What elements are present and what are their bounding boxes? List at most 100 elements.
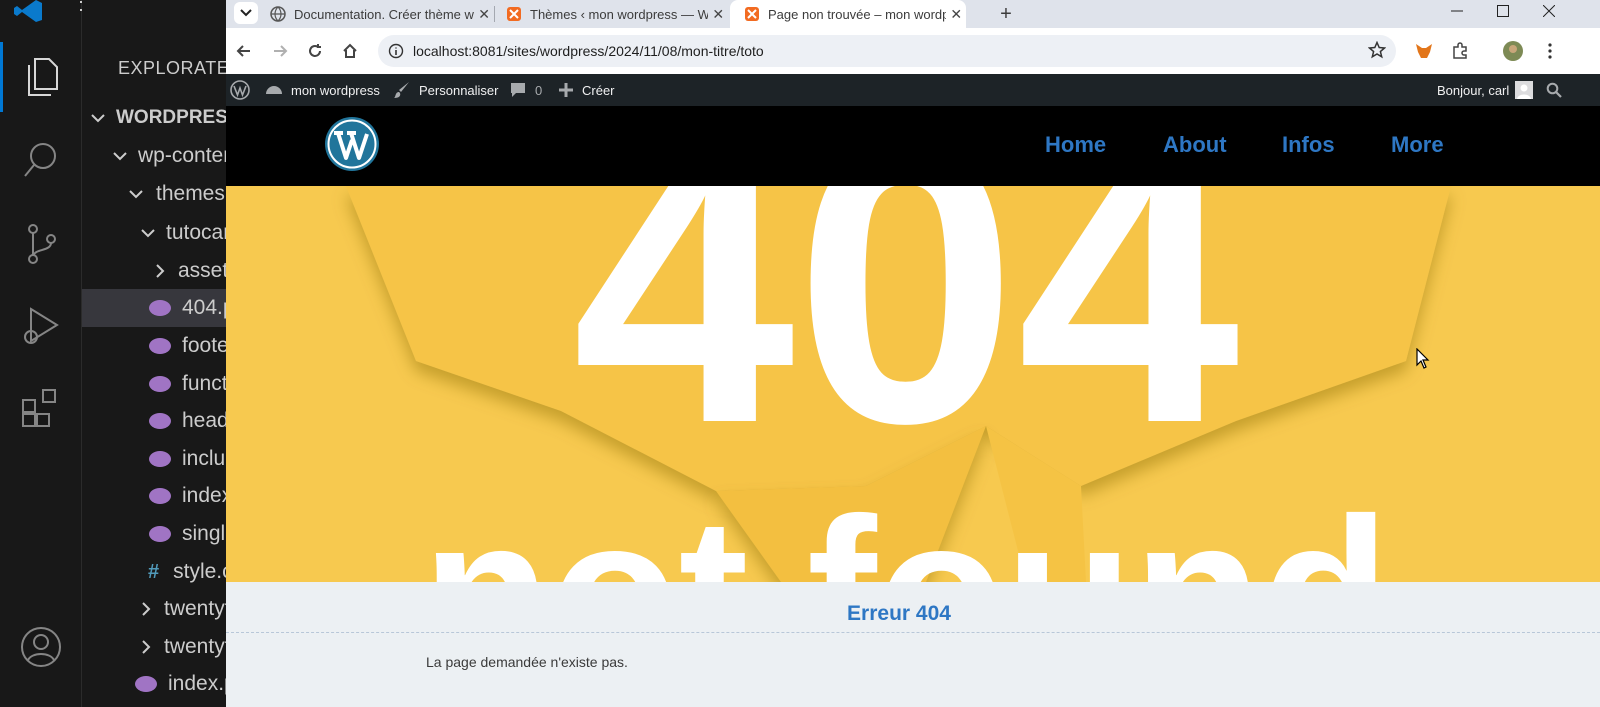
site-name-link[interactable]: mon wordpress	[265, 74, 380, 106]
customize-link[interactable]: Personnaliser	[393, 74, 499, 106]
tree-item-label: tutocarl	[166, 221, 228, 244]
close-window-button[interactable]	[1526, 0, 1572, 22]
bookmark-star-icon[interactable]	[1368, 41, 1386, 59]
admin-search-button[interactable]	[1546, 74, 1570, 106]
comments-link[interactable]: 0	[509, 74, 542, 106]
php-file-icon	[148, 412, 172, 430]
site-info-icon[interactable]	[388, 43, 404, 59]
tab-themes[interactable]: Thèmes ‹ mon wordpress — Wo ✕	[492, 0, 728, 28]
close-icon[interactable]: ✕	[708, 6, 728, 23]
extensions-button[interactable]	[1448, 39, 1472, 63]
tree-item-footer-php[interactable]: footer.php	[82, 327, 228, 365]
error-title: Erreur 404	[847, 602, 951, 625]
tree-item-label: WORDPRESS	[116, 107, 228, 128]
globe-icon	[270, 6, 286, 22]
php-file-icon	[148, 375, 172, 393]
metamask-extension-button[interactable]	[1412, 39, 1436, 63]
php-file-icon	[148, 299, 172, 317]
tab-strip: Documentation. Créer thème w ✕ Thèmes ‹ …	[226, 0, 1600, 28]
source-control-icon[interactable]	[0, 208, 82, 278]
tree-item-label: index.php	[168, 672, 228, 695]
tree-item-tutocarl[interactable]: tutocarl	[82, 214, 228, 252]
explorer-icon[interactable]	[0, 42, 82, 112]
browser-menu-button[interactable]	[1538, 39, 1562, 63]
close-icon	[1543, 5, 1555, 17]
tree-item-label: index.php	[182, 484, 228, 507]
site-logo-wordpress-icon[interactable]	[324, 116, 380, 172]
url-text[interactable]: localhost:8081/sites/wordpress/2024/11/0…	[413, 43, 764, 59]
tab-documentation[interactable]: Documentation. Créer thème w ✕	[256, 0, 494, 28]
run-debug-icon[interactable]	[0, 290, 82, 360]
wp-menu-button[interactable]	[230, 74, 258, 106]
more-vert-icon	[1548, 43, 1552, 59]
new-content-link[interactable]: Créer	[558, 74, 615, 106]
chevron-down-icon	[140, 223, 156, 243]
hero-not-found-text: not found	[422, 474, 1390, 582]
vscode-logo-icon	[14, 0, 44, 22]
close-icon[interactable]: ✕	[946, 6, 966, 23]
comment-icon	[511, 83, 525, 97]
extensions-icon[interactable]	[0, 373, 82, 443]
activity-bar	[0, 0, 108, 707]
css-file-icon: #	[148, 560, 160, 583]
tree-item-404-php[interactable]: 404.php	[82, 289, 228, 327]
home-button[interactable]	[338, 39, 362, 63]
account-icon[interactable]	[0, 612, 82, 682]
divider	[226, 632, 1600, 633]
tree-item-twentytwentythree[interactable]: twentytwentythree	[82, 590, 228, 628]
greeting-label: Bonjour, carl	[1437, 82, 1510, 98]
tree-item-header-php[interactable]: header.php	[82, 402, 228, 440]
comments-count: 0	[535, 82, 543, 98]
tree-item-label: includes	[182, 447, 228, 470]
tree-item-twentytwentyfour[interactable]: twentytwentyfour	[82, 628, 228, 666]
address-bar[interactable]: localhost:8081/sites/wordpress/2024/11/0…	[378, 35, 1396, 67]
forward-button[interactable]	[268, 39, 292, 63]
puzzle-icon	[1453, 42, 1467, 59]
tab-page-not-found[interactable]: Page non trouvée – mon wordp ✕	[730, 0, 966, 28]
php-file-icon	[148, 525, 172, 543]
php-file-icon	[148, 450, 172, 468]
error-message: La page demandée n'existe pas.	[426, 654, 628, 670]
maximize-button[interactable]	[1480, 0, 1526, 22]
tree-item-index-php-root[interactable]: index.php	[82, 665, 228, 703]
new-tab-button[interactable]: +	[992, 0, 1020, 28]
tree-item-functions-php[interactable]: functions.php	[82, 365, 228, 403]
tree-item-includes[interactable]: includes	[82, 440, 228, 478]
php-file-icon	[148, 337, 172, 355]
tree-item-wp-content[interactable]: wp-content	[82, 137, 228, 175]
wp-admin-bar: mon wordpress Personnaliser 0 Créer Bonj…	[226, 74, 1600, 106]
reload-icon	[309, 44, 321, 57]
new-content-label: Créer	[582, 82, 615, 98]
tree-item-label: 404.php	[182, 296, 228, 319]
php-file-icon	[134, 675, 158, 693]
chevron-down-icon	[240, 9, 252, 17]
nav-link-infos[interactable]: Infos	[1282, 132, 1335, 158]
minimize-button[interactable]	[1434, 0, 1480, 22]
xampp-icon	[744, 6, 760, 22]
tree-item-themes[interactable]: themes	[82, 175, 228, 213]
chevron-down-icon	[90, 108, 106, 128]
nav-link-more[interactable]: More	[1391, 132, 1444, 158]
tree-item-single-php[interactable]: single.php	[82, 515, 228, 553]
site-name-label: mon wordpress	[291, 82, 380, 98]
xampp-icon	[506, 6, 522, 22]
tree-item-label: assets	[178, 259, 228, 282]
profile-avatar-button[interactable]	[1501, 39, 1525, 63]
minimize-icon	[1451, 10, 1463, 12]
tree-item-assets[interactable]: assets	[82, 252, 228, 290]
avatar-icon	[1503, 41, 1523, 61]
tree-item-label: header.php	[182, 409, 228, 432]
nav-link-about[interactable]: About	[1163, 132, 1227, 158]
tree-item-wordpress[interactable]: WORDPRESS	[82, 99, 228, 137]
tree-item-index-php[interactable]: index.php	[82, 477, 228, 515]
customize-label: Personnaliser	[419, 82, 499, 98]
search-icon	[1546, 82, 1562, 98]
tab-search-button[interactable]	[234, 2, 258, 24]
reload-button[interactable]	[303, 39, 327, 63]
back-button[interactable]	[232, 39, 256, 63]
tree-item-style-css[interactable]: # style.css	[82, 553, 228, 591]
tree-item-label: single.php	[182, 522, 228, 545]
nav-link-home[interactable]: Home	[1045, 132, 1106, 158]
my-account-link[interactable]: Bonjour, carl	[1437, 74, 1534, 106]
search-icon[interactable]	[0, 125, 82, 195]
